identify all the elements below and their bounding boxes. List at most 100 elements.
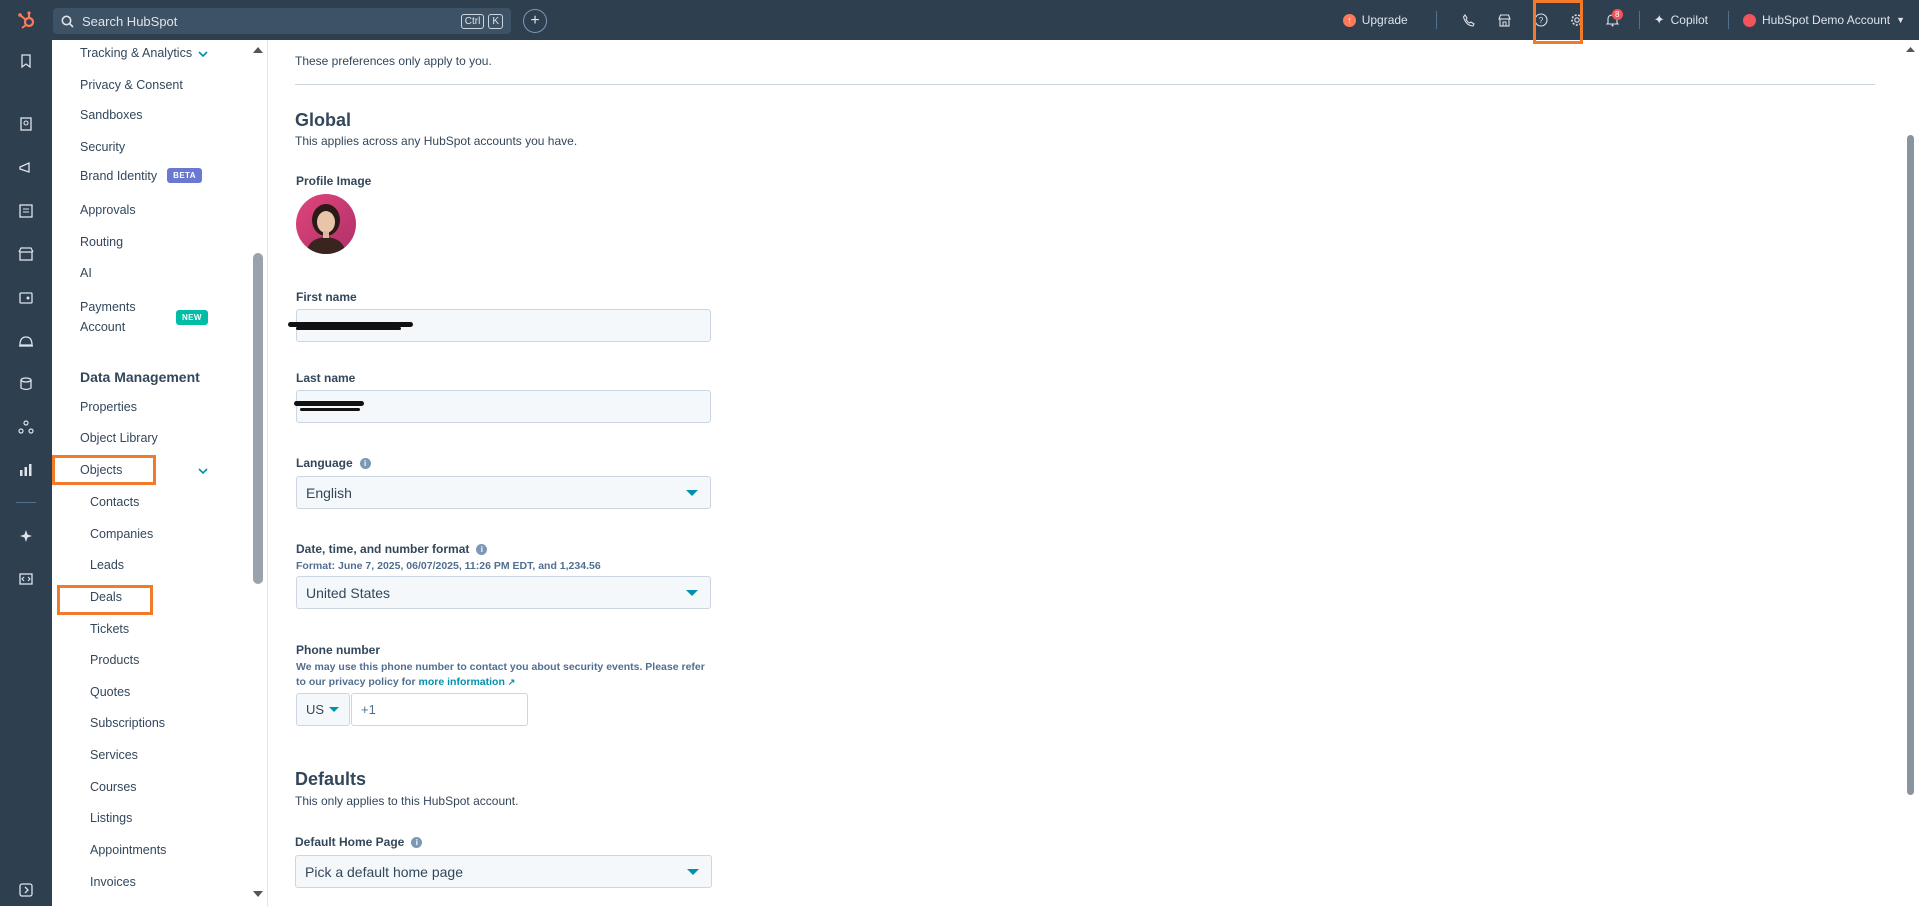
sidebar-item-privacy-consent[interactable]: Privacy & Consent — [80, 78, 183, 92]
search-icon — [61, 15, 74, 28]
external-link-icon[interactable]: ↗ — [508, 677, 516, 687]
redaction-mark — [300, 408, 360, 411]
sidebar-item-label: Tickets — [90, 622, 130, 636]
sidebar-item-quotes[interactable]: Quotes — [90, 685, 130, 699]
sidebar-item-sandboxes[interactable]: Sandboxes — [80, 108, 143, 122]
sidebar-item-properties[interactable]: Properties — [80, 400, 137, 414]
info-icon[interactable]: i — [411, 837, 423, 849]
upgrade-button[interactable]: ↑ Upgrade — [1342, 13, 1408, 27]
sidebar-item-ai[interactable]: AI — [80, 266, 92, 280]
scroll-up-arrow-icon[interactable] — [1905, 46, 1916, 53]
more-information-link[interactable]: more information — [419, 676, 505, 688]
date-format-label-text: Date, time, and number format — [296, 542, 470, 556]
service-icon[interactable] — [17, 332, 35, 350]
sidebar-item-label: Privacy & Consent — [80, 78, 183, 92]
sidebar-item-brand-identity[interactable]: Brand Identity BETA — [80, 168, 202, 183]
create-plus-button[interactable]: + — [523, 9, 547, 33]
notifications-bell-icon[interactable]: 8 — [1595, 0, 1631, 40]
expand-rail-icon[interactable] — [17, 881, 35, 899]
search-bar[interactable]: Search HubSpot Ctrl K — [53, 8, 511, 34]
language-select[interactable]: English — [296, 476, 711, 509]
default-home-page-label-text: Default Home Page — [295, 835, 405, 849]
sidebar-item-label: Payments — [80, 300, 136, 314]
redaction-mark — [296, 327, 401, 330]
profile-image-label: Profile Image — [296, 174, 372, 188]
notification-badge: 8 — [1611, 9, 1623, 20]
sidebar-item-label: Courses — [90, 780, 137, 794]
hubspot-logo-icon[interactable] — [0, 0, 52, 40]
sidebar-item-label: Security — [80, 140, 126, 154]
account-menu[interactable]: HubSpot Demo Account ▼ — [1743, 13, 1905, 27]
reporting-icon[interactable] — [17, 461, 35, 479]
commerce-icon[interactable] — [17, 245, 35, 263]
sidebar-item-label: Tracking & Analytics — [80, 46, 193, 60]
dropdown-caret-icon — [686, 590, 698, 596]
default-home-page-placeholder: Pick a default home page — [305, 863, 463, 880]
breeze-sparkle-icon[interactable] — [17, 527, 35, 545]
profile-avatar[interactable] — [296, 194, 356, 254]
sidebar-item-products[interactable]: Products — [90, 653, 139, 667]
sidebar-item-contacts[interactable]: Contacts — [90, 495, 139, 509]
sidebar-item-tracking-analytics[interactable]: Tracking & Analytics — [80, 46, 192, 60]
sidebar-item-security[interactable]: Security — [80, 140, 125, 154]
database-icon[interactable] — [17, 375, 35, 393]
development-icon[interactable] — [17, 570, 35, 588]
date-format-example: Format: June 7, 2025, 06/07/2025, 11:26 … — [296, 560, 601, 572]
phone-country-value: US — [306, 702, 325, 717]
date-format-value: United States — [306, 584, 391, 601]
divider — [1638, 11, 1640, 29]
date-format-select[interactable]: United States — [296, 576, 711, 609]
copilot-button[interactable]: ✦ Copilot — [1654, 12, 1708, 28]
sidebar-item-label: AI — [80, 266, 92, 280]
scroll-up-arrow-icon[interactable] — [252, 46, 264, 54]
sidebar-item-label: Object Library — [80, 431, 158, 445]
calling-icon[interactable] — [1451, 0, 1487, 40]
contacts-icon[interactable] — [17, 115, 35, 133]
marketplace-icon[interactable] — [1487, 0, 1523, 40]
sidebar-item-object-library[interactable]: Object Library — [80, 431, 158, 445]
sidebar-item-label: Sandboxes — [80, 108, 143, 122]
info-icon[interactable]: i — [359, 458, 371, 470]
sidebar-item-appointments[interactable]: Appointments — [90, 843, 166, 857]
sales-icon[interactable] — [17, 289, 35, 307]
last-name-input[interactable] — [296, 390, 711, 423]
sidebar-item-label: Contacts — [90, 495, 140, 509]
sidebar-item-courses[interactable]: Courses — [90, 780, 137, 794]
info-icon[interactable]: i — [476, 544, 488, 556]
redaction-mark — [294, 401, 364, 406]
sidebar-item-leads[interactable]: Leads — [90, 558, 124, 572]
sidebar-scrollbar-thumb[interactable] — [253, 253, 263, 584]
section-divider — [295, 84, 1875, 85]
phone-number-label: Phone number — [296, 643, 381, 657]
phone-number-value: +1 — [361, 702, 376, 717]
first-name-label: First name — [296, 290, 357, 304]
phone-number-input[interactable]: +1 — [351, 693, 528, 726]
sidebar-item-companies[interactable]: Companies — [90, 527, 153, 541]
chevron-down-icon[interactable] — [198, 49, 208, 59]
sidebar-item-listings[interactable]: Listings — [90, 811, 132, 825]
automation-icon[interactable] — [17, 418, 35, 436]
account-label: HubSpot Demo Account — [1762, 13, 1891, 27]
sidebar-item-label: Leads — [90, 558, 125, 572]
sidebar-item-tickets[interactable]: Tickets — [90, 622, 129, 636]
scroll-down-arrow-icon[interactable] — [252, 890, 264, 898]
language-label-text: Language — [296, 456, 353, 470]
phone-description-line1: We may use this phone number to contact … — [296, 661, 705, 673]
content-icon[interactable] — [17, 202, 35, 220]
sidebar-item-approvals[interactable]: Approvals — [80, 203, 136, 217]
upgrade-arrow-icon: ↑ — [1342, 13, 1356, 27]
sidebar-item-routing[interactable]: Routing — [80, 235, 123, 249]
sidebar-item-services[interactable]: Services — [90, 748, 138, 762]
main-scrollbar-thumb[interactable] — [1907, 135, 1914, 795]
settings-sidebar: Tracking & Analytics Privacy & Consent S… — [52, 40, 248, 906]
default-home-page-select[interactable]: Pick a default home page — [295, 855, 712, 888]
phone-country-select[interactable]: US — [296, 693, 350, 726]
sidebar-item-subscriptions[interactable]: Subscriptions — [90, 716, 165, 730]
sidebar-item-label: Companies — [90, 527, 154, 541]
chevron-down-icon[interactable] — [198, 466, 208, 476]
sidebar-item-invoices[interactable]: Invoices — [90, 875, 136, 889]
marketing-icon[interactable] — [17, 159, 35, 177]
chevron-down-icon: ▼ — [1896, 15, 1905, 25]
bookmark-icon[interactable] — [17, 52, 35, 70]
sidebar-item-payments-account[interactable]: Payments Account NEW — [80, 297, 208, 337]
